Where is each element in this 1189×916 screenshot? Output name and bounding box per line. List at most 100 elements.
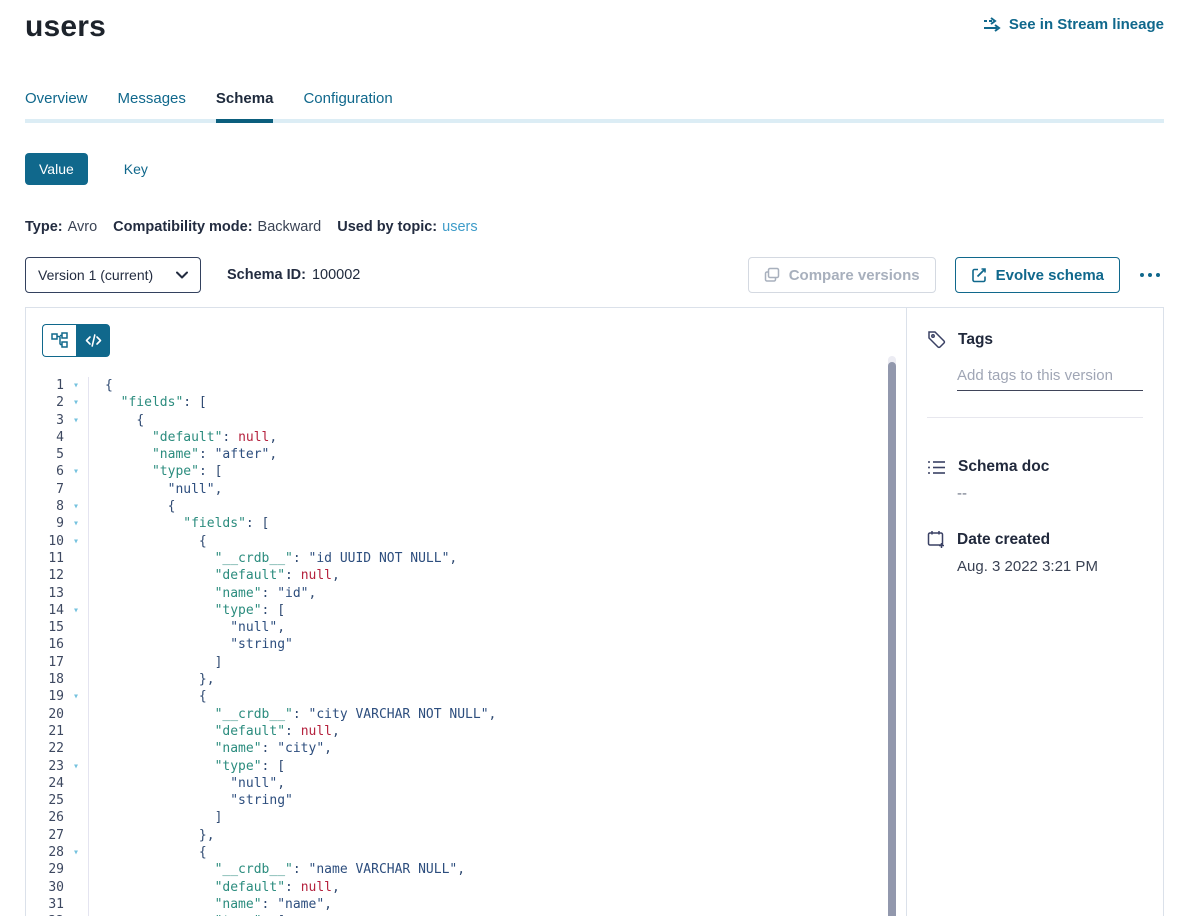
fold-toggle-icon[interactable]: ▾ <box>64 463 88 480</box>
line-number: 1 <box>26 377 64 394</box>
fold-toggle-icon[interactable]: ▾ <box>64 377 88 394</box>
fold-toggle-icon[interactable]: ▾ <box>64 602 88 619</box>
line-number: 10 <box>26 533 64 550</box>
code-text: "__crdb__": "city VARCHAR NOT NULL", <box>88 706 906 723</box>
code-line: 17 ] <box>26 654 906 671</box>
line-number: 2 <box>26 394 64 411</box>
code-view-button[interactable] <box>76 324 110 357</box>
code-text: { <box>88 688 906 705</box>
code-line: 3▾ { <box>26 412 906 429</box>
fold-toggle-icon[interactable]: ▾ <box>64 394 88 411</box>
code-text: { <box>88 844 906 861</box>
schema-detail-container: 1▾{2▾ "fields": [3▾ {4 "default": null,5… <box>25 307 1164 916</box>
line-number: 27 <box>26 827 64 844</box>
used-by-topic-label: Used by topic: <box>337 219 437 235</box>
code-line: 6▾ "type": [ <box>26 463 906 480</box>
code-text: "type": [ <box>88 758 906 775</box>
fold-spacer <box>64 585 88 602</box>
tab-configuration[interactable]: Configuration <box>303 90 392 123</box>
line-number: 11 <box>26 550 64 567</box>
code-text: "fields": [ <box>88 394 906 411</box>
code-text: "default": null, <box>88 567 906 584</box>
code-line: 21 "default": null, <box>26 723 906 740</box>
schema-doc-section: Schema doc -- <box>927 458 1143 502</box>
tab-messages[interactable]: Messages <box>118 90 186 123</box>
code-text: }, <box>88 671 906 688</box>
code-line: 2▾ "fields": [ <box>26 394 906 411</box>
topic-link[interactable]: users <box>442 219 477 235</box>
tab-overview[interactable]: Overview <box>25 90 88 123</box>
code-line: 20 "__crdb__": "city VARCHAR NOT NULL", <box>26 706 906 723</box>
fold-spacer <box>64 636 88 653</box>
code-text: "null", <box>88 775 906 792</box>
fold-spacer <box>64 827 88 844</box>
date-created-value: Aug. 3 2022 3:21 PM <box>957 558 1143 575</box>
code-line: 14▾ "type": [ <box>26 602 906 619</box>
type-value: Avro <box>68 219 98 235</box>
editor-scrollbar[interactable] <box>888 362 896 916</box>
key-toggle-button[interactable]: Key <box>110 153 162 185</box>
edit-icon <box>971 267 987 283</box>
compare-versions-button[interactable]: Compare versions <box>748 257 936 293</box>
line-number: 16 <box>26 636 64 653</box>
code-line: 16 "string" <box>26 636 906 653</box>
doc-list-icon <box>927 459 946 476</box>
line-number: 26 <box>26 809 64 826</box>
code-line: 24 "null", <box>26 775 906 792</box>
code-text: "type": [ <box>88 463 906 480</box>
fold-spacer <box>64 879 88 896</box>
version-select[interactable]: Version 1 (current) <box>25 257 201 293</box>
line-number: 3 <box>26 412 64 429</box>
more-options-button[interactable] <box>1136 267 1164 283</box>
type-label: Type: <box>25 219 63 235</box>
code-text: "__crdb__": "id UUID NOT NULL", <box>88 550 906 567</box>
code-line: 26 ] <box>26 809 906 826</box>
code-text: "fields": [ <box>88 515 906 532</box>
code-text: "type": [ <box>88 602 906 619</box>
page-title: users <box>25 10 106 44</box>
code-line: 30 "default": null, <box>26 879 906 896</box>
code-line: 23▾ "type": [ <box>26 758 906 775</box>
tree-view-button[interactable] <box>42 324 76 357</box>
serde-toggle: Value Key <box>25 153 1164 185</box>
code-line: 31 "name": "name", <box>26 896 906 913</box>
code-text: "name": "city", <box>88 740 906 757</box>
line-number: 24 <box>26 775 64 792</box>
date-created-heading: Date created <box>957 531 1050 549</box>
evolve-schema-label: Evolve schema <box>996 267 1104 284</box>
fold-spacer <box>64 809 88 826</box>
fold-spacer <box>64 740 88 757</box>
evolve-schema-button[interactable]: Evolve schema <box>955 257 1120 293</box>
tags-section: Tags <box>927 330 1143 418</box>
tags-input[interactable] <box>957 365 1143 391</box>
code-text: { <box>88 498 906 515</box>
code-line: 10▾ { <box>26 533 906 550</box>
code-text: { <box>88 412 906 429</box>
line-number: 5 <box>26 446 64 463</box>
code-text: }, <box>88 827 906 844</box>
code-text: "string" <box>88 636 906 653</box>
code-text: "name": "after", <box>88 446 906 463</box>
line-number: 4 <box>26 429 64 446</box>
fold-toggle-icon[interactable]: ▾ <box>64 533 88 550</box>
tab-schema[interactable]: Schema <box>216 90 274 123</box>
stream-lineage-link[interactable]: See in Stream lineage <box>983 16 1164 33</box>
fold-spacer <box>64 446 88 463</box>
editor-view-toggle <box>42 324 906 357</box>
line-number: 29 <box>26 861 64 878</box>
fold-toggle-icon[interactable]: ▾ <box>64 688 88 705</box>
line-number: 23 <box>26 758 64 775</box>
fold-toggle-icon[interactable]: ▾ <box>64 844 88 861</box>
code-line: 25 "string" <box>26 792 906 809</box>
fold-toggle-icon[interactable]: ▾ <box>64 498 88 515</box>
line-number: 25 <box>26 792 64 809</box>
fold-toggle-icon[interactable]: ▾ <box>64 515 88 532</box>
fold-toggle-icon[interactable]: ▾ <box>64 758 88 775</box>
date-created-heading-row: Date created <box>927 530 1143 549</box>
fold-toggle-icon[interactable]: ▾ <box>64 412 88 429</box>
line-number: 28 <box>26 844 64 861</box>
line-number: 22 <box>26 740 64 757</box>
code-view-icon <box>85 333 102 348</box>
code-line: 7 "null", <box>26 481 906 498</box>
value-toggle-button[interactable]: Value <box>25 153 88 185</box>
